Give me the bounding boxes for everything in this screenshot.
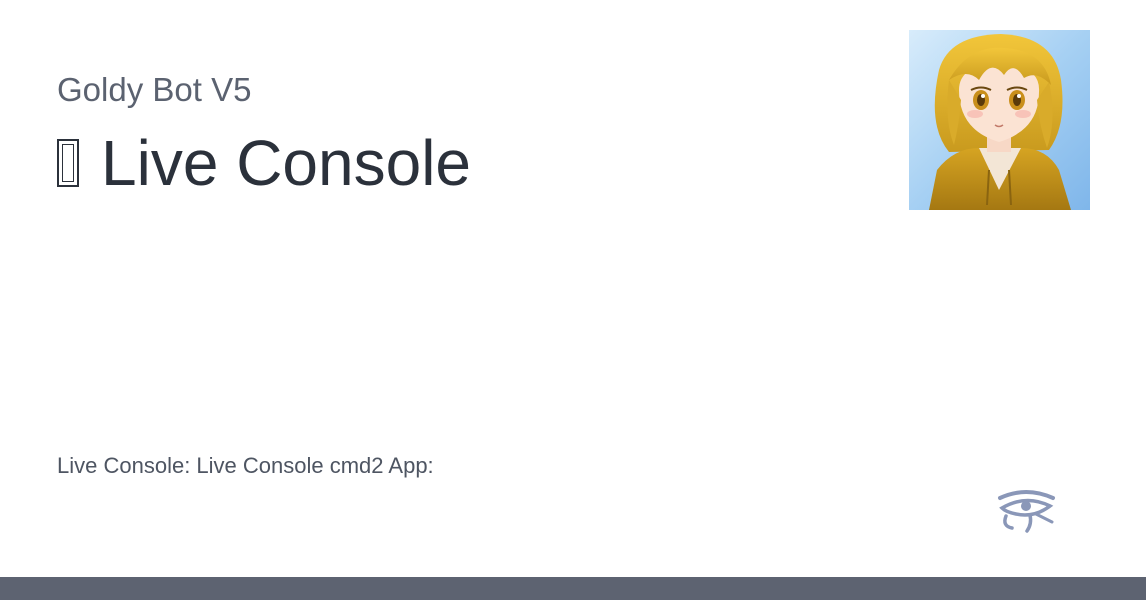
social-card: Goldy Bot V5 Live Console Live Console: …: [0, 0, 1146, 600]
bottom-bar: [0, 577, 1146, 600]
page-description: Live Console: Live Console cmd2 App:: [57, 453, 434, 478]
eye-of-horus-icon[interactable]: [996, 488, 1056, 534]
site-name: Goldy Bot V5: [57, 71, 252, 108]
page-title: Live Console: [101, 127, 471, 199]
avatar: [909, 30, 1090, 210]
anime-girl-avatar: [909, 30, 1090, 210]
page-title-row: Live Console: [57, 128, 471, 198]
missing-glyph-icon: [57, 139, 79, 187]
